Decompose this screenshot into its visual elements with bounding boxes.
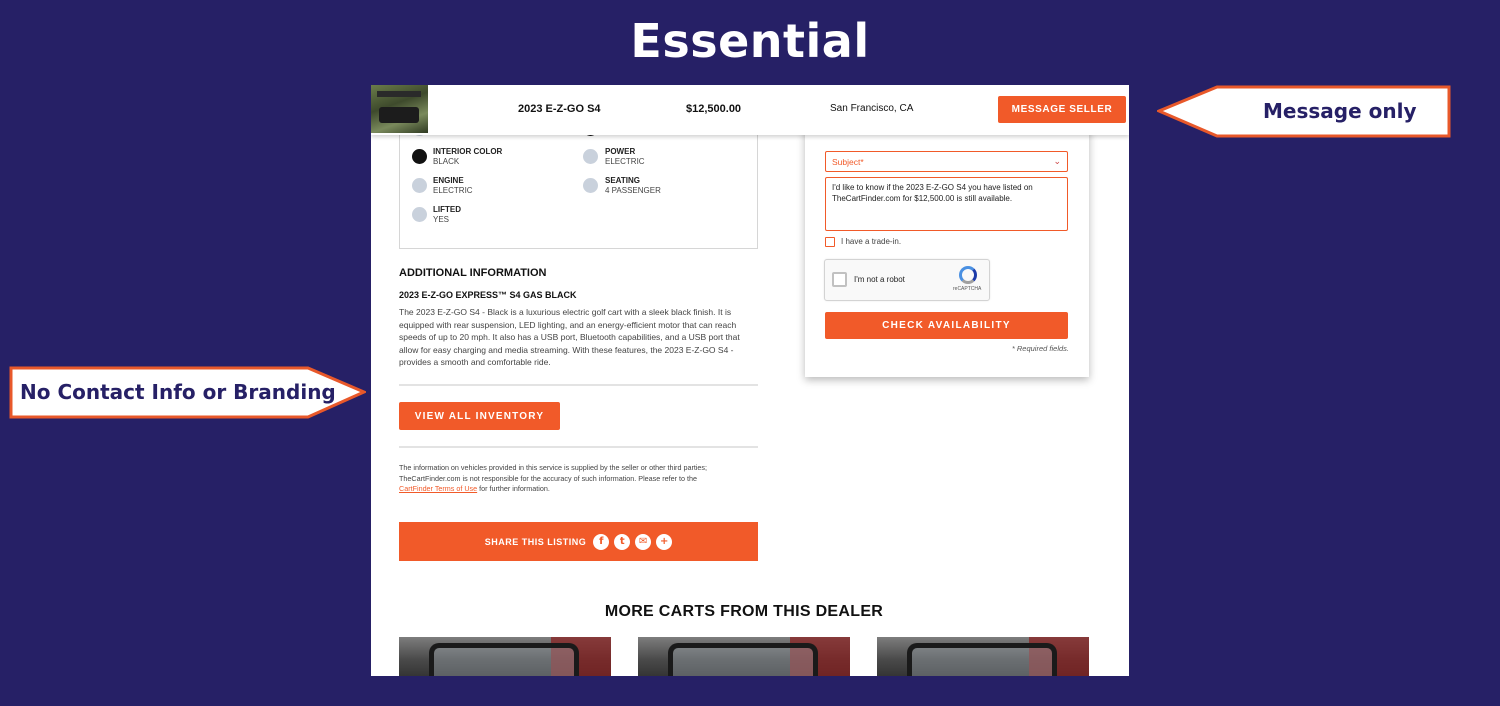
additional-info-title: ADDITIONAL INFORMATION bbox=[399, 267, 547, 279]
share-bar: SHARE THIS LISTING f t ✉ + bbox=[399, 522, 758, 561]
more-cart-card[interactable] bbox=[399, 637, 611, 676]
recaptcha: I'm not a robot reCAPTCHA bbox=[824, 259, 990, 301]
email-icon[interactable]: ✉ bbox=[635, 533, 652, 550]
twitter-icon[interactable]: t bbox=[614, 533, 631, 550]
recaptcha-brand: reCAPTCHA bbox=[953, 286, 982, 292]
spec-power: POWER ELECTRIC bbox=[605, 147, 645, 166]
spec-engine: ENGINE ELECTRIC bbox=[433, 176, 473, 195]
trade-in-checkbox[interactable] bbox=[825, 237, 835, 247]
listing-location: San Francisco, CA bbox=[830, 103, 914, 114]
callout-message-only: Message only bbox=[1155, 85, 1451, 138]
listing-screenshot: USED BLACK INTERIOR COLORBLACK POWERELEC… bbox=[371, 85, 1129, 676]
message-field[interactable]: I'd like to know if the 2023 E-Z-GO S4 y… bbox=[825, 177, 1068, 231]
recaptcha-checkbox[interactable] bbox=[832, 272, 847, 287]
contact-form: Subject* ⌄ I'd like to know if the 2023 … bbox=[805, 125, 1089, 377]
spec-lifted: LIFTED YES bbox=[433, 205, 461, 224]
more-carts-title: MORE CARTS FROM THIS DEALER bbox=[604, 603, 884, 620]
specs-box: USED BLACK INTERIOR COLORBLACK POWERELEC… bbox=[399, 121, 758, 249]
lift-icon bbox=[412, 207, 427, 222]
more-cart-card[interactable] bbox=[877, 637, 1089, 676]
terms-link[interactable]: CartFinder Terms of Use bbox=[399, 484, 477, 493]
recaptcha-label: I'm not a robot bbox=[854, 275, 905, 284]
disclaimer-line: The information on vehicles provided in … bbox=[399, 463, 708, 472]
more-cart-card[interactable] bbox=[638, 637, 850, 676]
required-note: * Required fields. bbox=[1011, 344, 1069, 353]
facebook-icon[interactable]: f bbox=[593, 533, 610, 550]
divider bbox=[399, 384, 758, 386]
more-share-icon[interactable]: + bbox=[656, 533, 673, 550]
sticky-listing-bar: 2023 E-Z-GO S4 $12,500.00 San Francisco,… bbox=[371, 85, 1129, 135]
disclaimer-line: for further information. bbox=[477, 484, 550, 493]
share-label: SHARE THIS LISTING bbox=[484, 536, 587, 547]
card-photo-frame bbox=[668, 643, 818, 676]
listing-description: The 2023 E-Z-GO S4 - Black is a luxuriou… bbox=[399, 307, 740, 368]
interior-color-swatch-icon bbox=[412, 149, 427, 164]
spec-interior-color: INTERIOR COLOR BLACK bbox=[433, 147, 503, 166]
listing-subtitle: 2023 E-Z-GO EXPRESS™ S4 GAS BLACK bbox=[399, 290, 577, 300]
cart-body bbox=[379, 107, 419, 123]
divider bbox=[399, 446, 758, 448]
engine-icon bbox=[412, 178, 427, 193]
spec-seating: SEATING 4 PASSENGER bbox=[605, 176, 661, 195]
recaptcha-logo-icon bbox=[959, 266, 977, 284]
disclaimer: The information on vehicles provided in … bbox=[399, 463, 749, 495]
card-photo-frame bbox=[907, 643, 1057, 676]
power-icon bbox=[583, 149, 598, 164]
view-inventory-button[interactable]: VIEW ALL INVENTORY bbox=[399, 402, 560, 430]
callout-no-contact-info-text: No Contact Info or Branding bbox=[20, 380, 336, 404]
trade-in-label: I have a trade-in. bbox=[841, 237, 902, 246]
cart-roof bbox=[377, 91, 421, 97]
listing-price: $12,500.00 bbox=[686, 103, 742, 115]
callout-message-only-text: Message only bbox=[1263, 99, 1417, 123]
callout-no-contact-info: No Contact Info or Branding bbox=[9, 366, 368, 419]
check-availability-button[interactable]: CHECK AVAILABILITY bbox=[825, 312, 1068, 339]
message-seller-button[interactable]: MESSAGE SELLER bbox=[998, 96, 1126, 123]
listing-title: 2023 E-Z-GO S4 bbox=[518, 103, 601, 115]
subject-select[interactable]: Subject* ⌄ bbox=[825, 151, 1068, 172]
listing-thumbnail bbox=[371, 85, 428, 133]
seating-icon bbox=[583, 178, 598, 193]
disclaimer-line: TheCartFinder.com is not responsible for… bbox=[399, 473, 698, 483]
page-heading: Essential bbox=[630, 14, 870, 68]
subject-placeholder: Subject* bbox=[832, 157, 864, 167]
card-photo-frame bbox=[429, 643, 579, 676]
chevron-down-icon: ⌄ bbox=[1053, 156, 1061, 166]
